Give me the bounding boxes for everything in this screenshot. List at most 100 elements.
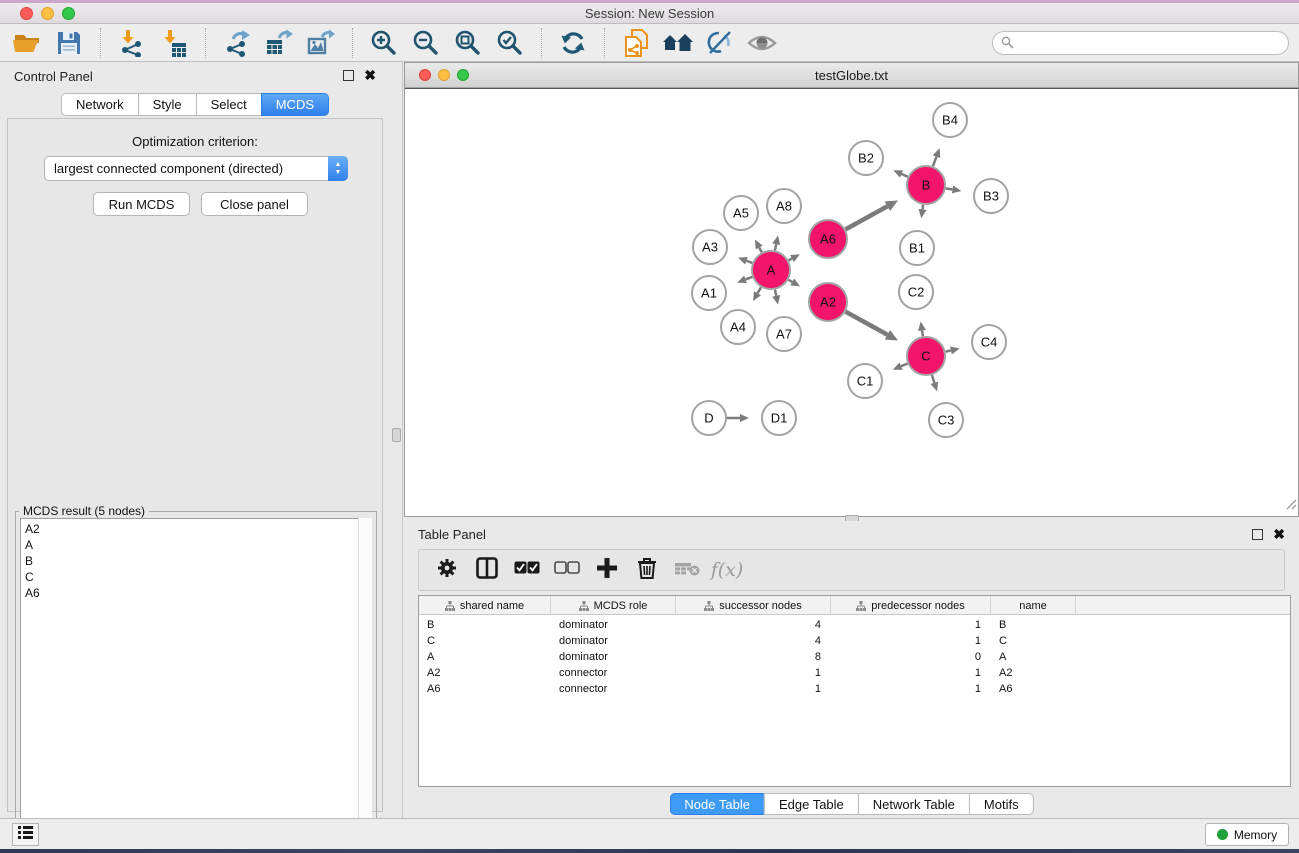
cell-MCDS-role[interactable]: connector bbox=[559, 665, 607, 681]
memory-button[interactable]: Memory bbox=[1205, 823, 1289, 846]
function-builder-button[interactable]: f(x) bbox=[707, 553, 747, 587]
edge-A-A5[interactable] bbox=[759, 248, 762, 253]
tab-node-table[interactable]: Node Table bbox=[669, 793, 764, 815]
zoom-selected-button[interactable] bbox=[489, 26, 531, 60]
cell-name[interactable]: B bbox=[999, 617, 1006, 633]
edge-A-A8[interactable] bbox=[775, 244, 776, 250]
open-file-button[interactable] bbox=[6, 26, 48, 60]
export-table-button[interactable] bbox=[258, 26, 300, 60]
edge-B-B4[interactable] bbox=[933, 157, 937, 167]
cell-MCDS-role[interactable]: dominator bbox=[559, 649, 608, 665]
cell-name[interactable]: C bbox=[999, 633, 1007, 649]
refresh-layout-button[interactable] bbox=[552, 26, 594, 60]
cell-MCDS-role[interactable]: dominator bbox=[559, 617, 608, 633]
cell-name[interactable]: A2 bbox=[999, 665, 1012, 681]
column-header-predecessor-nodes[interactable]: predecessor nodes bbox=[831, 596, 991, 615]
show-hide-graphics-button[interactable] bbox=[699, 26, 741, 60]
mcds-result-item[interactable]: A bbox=[25, 537, 371, 553]
edge-A-A7[interactable] bbox=[775, 290, 776, 296]
zoom-out-button[interactable] bbox=[405, 26, 447, 60]
float-panel-icon[interactable] bbox=[1252, 529, 1263, 540]
edge-A-A2[interactable] bbox=[788, 280, 792, 282]
tab-edge-table[interactable]: Edge Table bbox=[764, 793, 858, 815]
edge-A-A4[interactable] bbox=[758, 287, 761, 293]
edge-A-A6[interactable] bbox=[789, 259, 792, 261]
delete-table-button[interactable] bbox=[667, 553, 707, 587]
mcds-result-list[interactable]: A2ABCA6 bbox=[20, 518, 372, 846]
mcds-result-scrollbar[interactable] bbox=[358, 518, 372, 846]
tab-motifs[interactable]: Motifs bbox=[969, 793, 1034, 815]
edge-A6-B[interactable] bbox=[846, 206, 888, 229]
close-panel-button[interactable]: Close panel bbox=[201, 192, 308, 216]
close-panel-icon[interactable]: ✖ bbox=[1273, 529, 1285, 540]
edge-C-C3[interactable] bbox=[932, 375, 934, 383]
cell-MCDS-role[interactable]: dominator bbox=[559, 633, 608, 649]
splitter-handle[interactable] bbox=[392, 428, 401, 442]
cell-successor-nodes[interactable]: 8 bbox=[815, 649, 821, 665]
run-mcds-button[interactable]: Run MCDS bbox=[93, 192, 190, 216]
cell-predecessor-nodes[interactable]: 0 bbox=[975, 649, 981, 665]
cell-name[interactable]: A6 bbox=[999, 681, 1012, 697]
node-table[interactable]: shared nameMCDS rolesuccessor nodesprede… bbox=[418, 595, 1291, 787]
table-settings-button[interactable] bbox=[427, 553, 467, 587]
cell-name[interactable]: A bbox=[999, 649, 1006, 665]
mcds-result-item[interactable]: A2 bbox=[25, 521, 371, 537]
select-all-columns-button[interactable] bbox=[507, 553, 547, 587]
network-window-titlebar[interactable]: testGlobe.txt bbox=[405, 63, 1298, 88]
cell-successor-nodes[interactable]: 4 bbox=[815, 617, 821, 633]
column-header-MCDS-role[interactable]: MCDS role bbox=[551, 596, 676, 615]
home-panels-button[interactable] bbox=[657, 26, 699, 60]
edge-C-C1[interactable] bbox=[901, 364, 907, 367]
toggle-birdseye-button[interactable] bbox=[741, 26, 783, 60]
search-input[interactable] bbox=[992, 31, 1289, 55]
add-column-button[interactable] bbox=[587, 553, 627, 587]
cell-predecessor-nodes[interactable]: 1 bbox=[975, 617, 981, 633]
cell-successor-nodes[interactable]: 1 bbox=[815, 681, 821, 697]
edge-C-C2[interactable] bbox=[922, 331, 923, 337]
delete-column-button[interactable] bbox=[627, 553, 667, 587]
deselect-all-columns-button[interactable] bbox=[547, 553, 587, 587]
import-network-button[interactable] bbox=[111, 26, 153, 60]
float-panel-icon[interactable] bbox=[343, 70, 354, 81]
column-header-name[interactable]: name bbox=[991, 596, 1076, 615]
mcds-result-item[interactable]: B bbox=[25, 553, 371, 569]
network-canvas[interactable]: B4B2BB3A5A8A3A6B1AA1C2A2A4A7CC4C1C3DD1 bbox=[405, 88, 1298, 516]
column-header-successor-nodes[interactable]: successor nodes bbox=[676, 596, 831, 615]
duplicate-network-button[interactable] bbox=[615, 26, 657, 60]
tab-style[interactable]: Style bbox=[138, 93, 196, 116]
mcds-result-item[interactable]: A6 bbox=[25, 585, 371, 601]
export-image-button[interactable] bbox=[300, 26, 342, 60]
cell-shared-name[interactable]: C bbox=[427, 633, 435, 649]
cell-shared-name[interactable]: B bbox=[427, 617, 434, 633]
resize-grip-icon[interactable] bbox=[1286, 497, 1297, 515]
tab-network-table[interactable]: Network Table bbox=[858, 793, 969, 815]
zoom-fit-button[interactable] bbox=[447, 26, 489, 60]
edge-A-A3[interactable] bbox=[746, 261, 752, 263]
table-row[interactable]: Bdominator 4 1 B bbox=[419, 617, 1290, 633]
table-row[interactable]: Adominator80A bbox=[419, 649, 1290, 665]
close-panel-icon[interactable]: ✖ bbox=[364, 70, 376, 81]
edge-A2-C[interactable] bbox=[846, 312, 888, 335]
column-header-shared-name[interactable]: shared name bbox=[419, 596, 551, 615]
cell-predecessor-nodes[interactable]: 1 bbox=[975, 665, 981, 681]
show-panel-list-button[interactable] bbox=[12, 823, 39, 846]
search-field[interactable] bbox=[992, 31, 1289, 55]
toggle-column-view-button[interactable] bbox=[467, 553, 507, 587]
tab-network[interactable]: Network bbox=[61, 93, 138, 116]
table-row[interactable]: A2connector11A2 bbox=[419, 665, 1290, 681]
edge-B-B3[interactable] bbox=[946, 188, 953, 189]
table-row[interactable]: A6connector11A6 bbox=[419, 681, 1290, 697]
tab-mcds[interactable]: MCDS bbox=[261, 93, 329, 116]
vertical-splitter[interactable] bbox=[390, 62, 404, 818]
edge-A-A1[interactable] bbox=[746, 277, 753, 279]
table-row[interactable]: Cdominator 4 1 C bbox=[419, 633, 1290, 649]
cell-predecessor-nodes[interactable]: 1 bbox=[975, 633, 981, 649]
cell-MCDS-role[interactable]: connector bbox=[559, 681, 607, 697]
save-session-button[interactable] bbox=[48, 26, 90, 60]
cell-shared-name[interactable]: A6 bbox=[427, 681, 440, 697]
edge-B-B2[interactable] bbox=[902, 174, 908, 177]
criterion-dropdown[interactable]: largest connected component (directed) ▲… bbox=[44, 156, 348, 181]
edge-B-B1[interactable] bbox=[923, 205, 924, 210]
cell-successor-nodes[interactable]: 4 bbox=[815, 633, 821, 649]
tab-select[interactable]: Select bbox=[196, 93, 261, 116]
